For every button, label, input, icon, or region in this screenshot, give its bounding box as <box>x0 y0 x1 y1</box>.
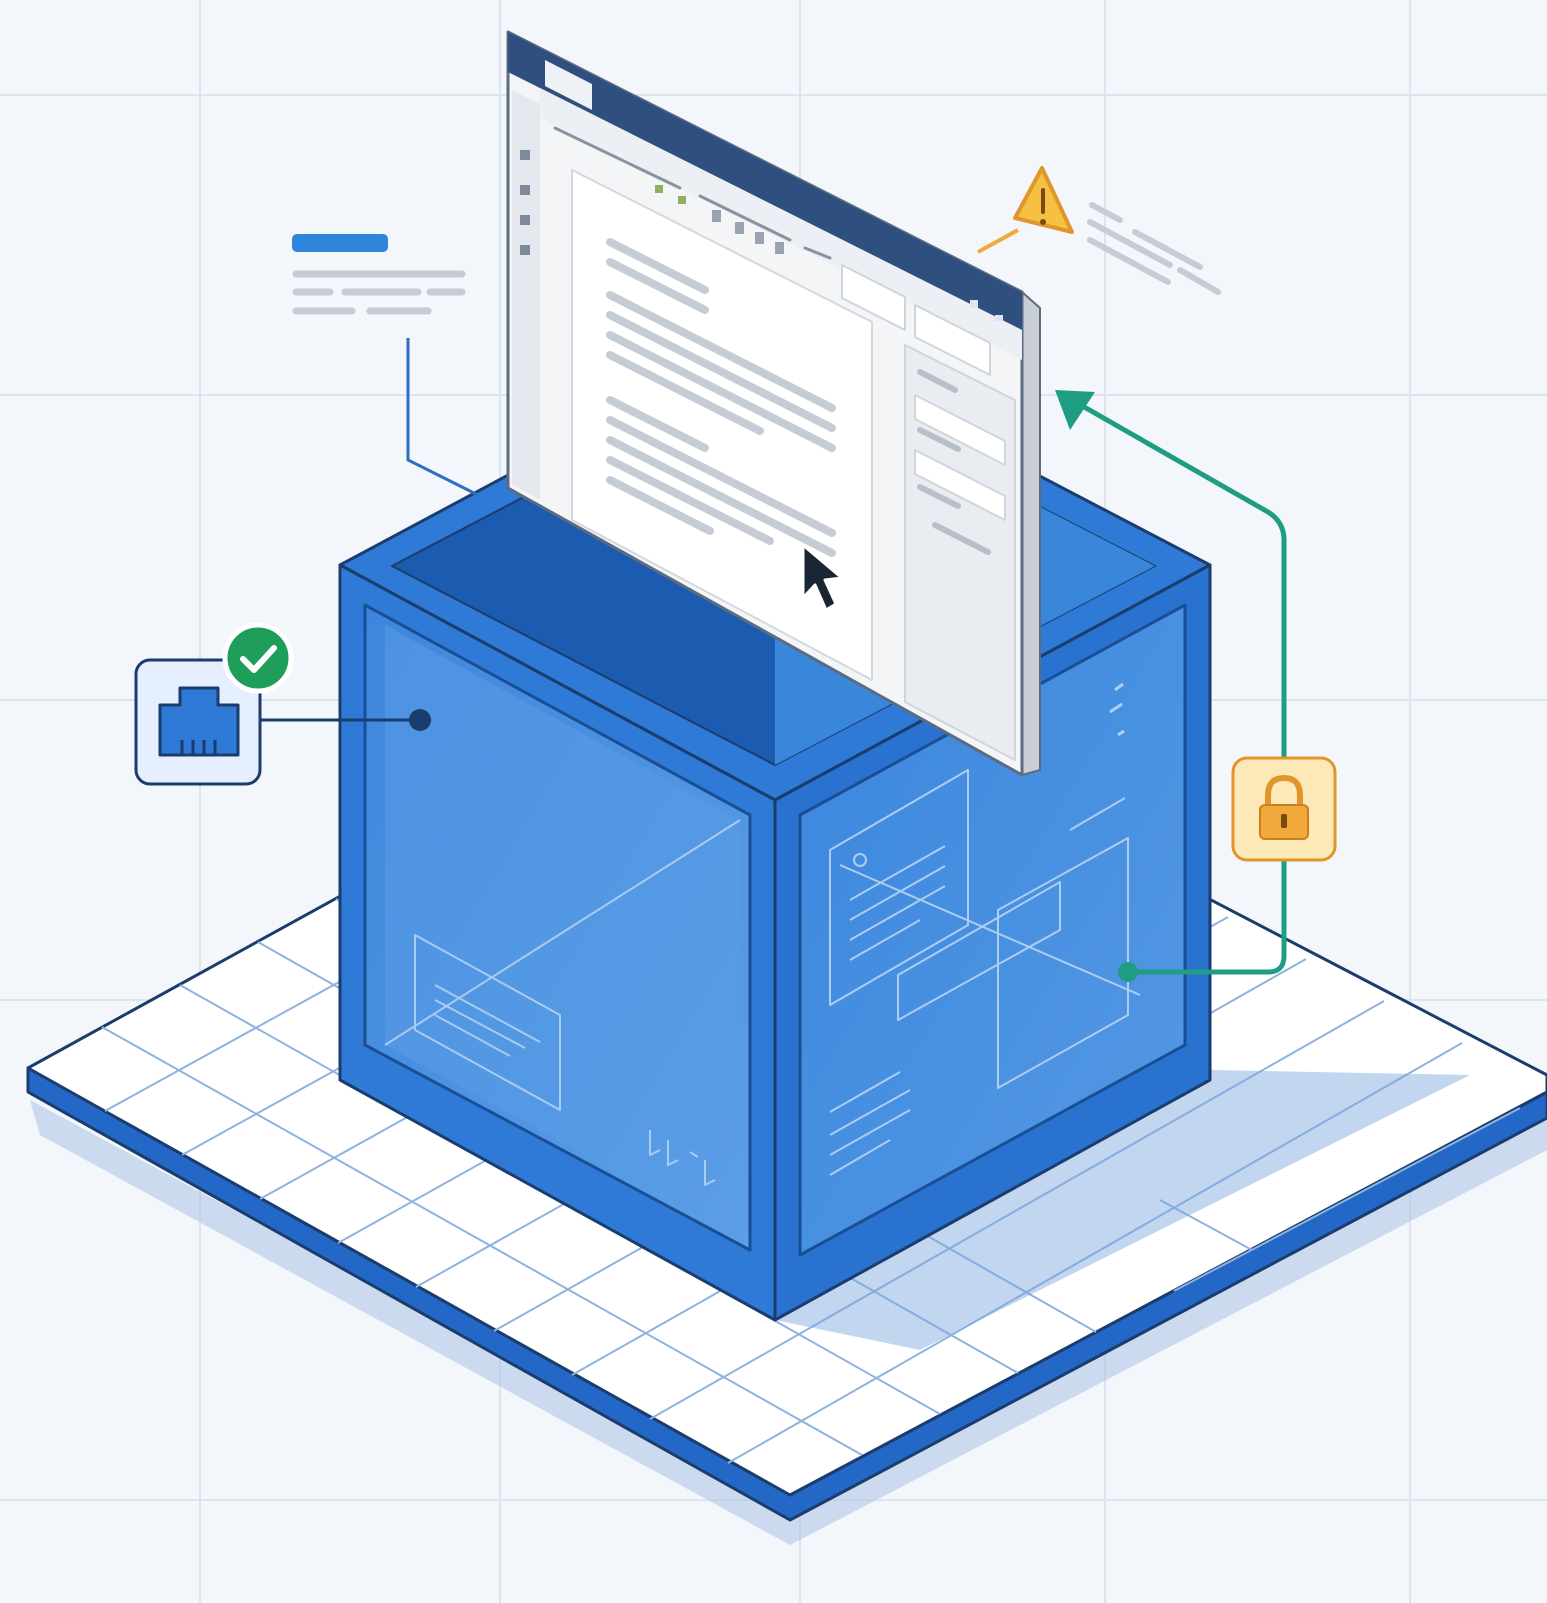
scene <box>0 0 1547 1603</box>
info-callout <box>292 234 479 497</box>
padlock-icon <box>1231 756 1337 862</box>
warning-triangle-icon <box>977 166 1074 254</box>
warning-detail-lines <box>1087 202 1221 295</box>
isometric-sandbox-illustration <box>0 0 1547 1603</box>
checkmark-icon <box>222 622 294 694</box>
